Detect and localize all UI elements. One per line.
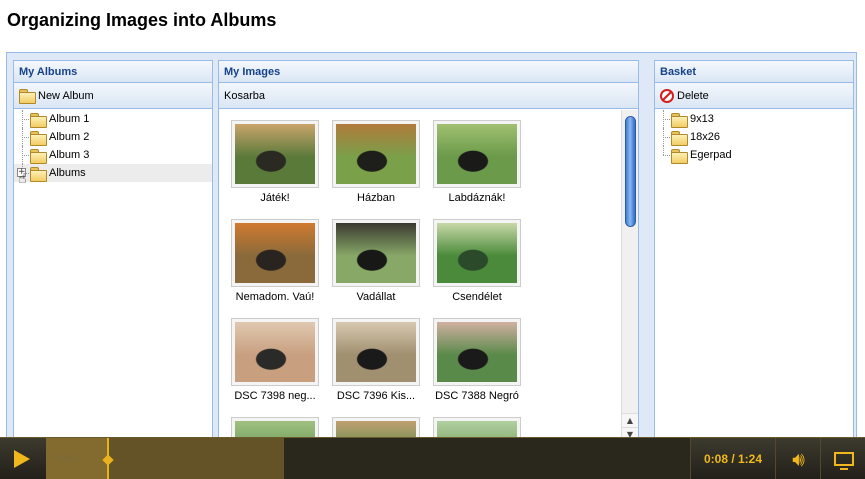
progress-hint: Vissz — [54, 453, 78, 464]
volume-icon: 🔊︎ — [792, 447, 805, 471]
album-organizer: My Albums New Album Album 1 Album 2 Album … — [6, 52, 857, 442]
image-caption: Házban — [357, 192, 395, 204]
tree-item[interactable]: + ☝︎ Albums — [14, 164, 212, 186]
folder-icon — [30, 148, 47, 164]
delete-button[interactable]: Delete — [655, 83, 853, 109]
album-tree: Album 1 Album 2 Album 3 + ☝︎ Albums — [14, 109, 212, 186]
image-thumbnail[interactable]: Nemadom. Vaú! — [224, 219, 326, 303]
basket-tree: 9x13 18x26 Egerpad — [655, 109, 853, 164]
hand-cursor-icon: ☝︎ — [18, 171, 27, 187]
thumbnail-frame — [231, 318, 319, 386]
folder-icon — [671, 130, 688, 146]
my-albums-panel: My Albums New Album Album 1 Album 2 Album … — [13, 60, 213, 441]
image-caption: DSC 7388 Negró — [435, 390, 519, 402]
kosarba-label: Kosarba — [224, 89, 265, 102]
thumbnail-frame — [332, 120, 420, 188]
tree-item-label: 18x26 — [690, 131, 720, 143]
tree-item-label: Album 2 — [49, 131, 90, 143]
play-icon — [14, 450, 30, 468]
tree-item-label: Album 1 — [49, 113, 90, 125]
play-button[interactable] — [0, 438, 44, 479]
tree-item[interactable]: 18x26 — [655, 128, 853, 146]
thumbnail-frame — [433, 120, 521, 188]
kosarba-button[interactable]: Kosarba — [219, 83, 638, 109]
fullscreen-icon — [833, 452, 854, 470]
image-thumbnail[interactable]: DSC 7396 Kis... — [325, 318, 427, 402]
tree-connector — [22, 119, 29, 120]
new-album-label: New Album — [38, 89, 94, 102]
image-grid: Játék! Házban Labdáznák! Nemadom. Vaú! Vadál… — [219, 110, 621, 441]
tree-item-label: 9x13 — [690, 113, 714, 125]
image-thumbnail[interactable]: Házban — [325, 120, 427, 204]
tree-connector — [22, 155, 29, 156]
image-caption: DSC 7398 neg... — [234, 390, 316, 402]
page-title: Organizing Images into Albums — [7, 10, 277, 30]
progress-handle[interactable] — [107, 438, 110, 479]
photo — [336, 223, 416, 283]
basket-header: Basket — [655, 61, 853, 83]
volume-button[interactable]: 🔊︎ — [777, 438, 821, 479]
time-display: 0:08 / 1:24 — [690, 438, 776, 479]
tree-item-label: Egerpad — [690, 149, 732, 161]
tree-line — [663, 146, 664, 155]
tree-connector — [663, 119, 670, 120]
my-images-header: My Images — [219, 61, 638, 83]
tree-item[interactable]: Egerpad — [655, 146, 853, 164]
tree-item[interactable]: Album 1 — [14, 110, 212, 128]
delete-icon — [660, 88, 674, 103]
image-caption: Csendélet — [452, 291, 502, 303]
image-caption: Vadállat — [356, 291, 396, 303]
tree-item-label: Albums — [49, 167, 86, 179]
photo — [336, 124, 416, 184]
thumbnail-frame — [433, 318, 521, 386]
thumbnail-frame — [332, 318, 420, 386]
tree-connector — [22, 137, 29, 138]
tree-item[interactable]: Album 2 — [14, 128, 212, 146]
video-player-bar: Vissz 0:08 / 1:24 🔊︎ — [0, 437, 865, 479]
tree-connector — [663, 137, 670, 138]
thumbnail-frame — [433, 219, 521, 287]
image-thumbnail[interactable]: Vadállat — [325, 219, 427, 303]
thumbnail-frame — [231, 120, 319, 188]
tree-item[interactable]: 9x13 — [655, 110, 853, 128]
image-caption: DSC 7396 Kis... — [336, 390, 416, 402]
folder-icon — [19, 89, 36, 104]
folder-icon — [30, 166, 47, 182]
folder-icon — [30, 112, 47, 128]
photo — [235, 223, 315, 283]
thumbnail-frame — [231, 219, 319, 287]
my-albums-header: My Albums — [14, 61, 212, 83]
basket-panel: Basket Delete 9x13 18x26 Egerpad — [654, 60, 854, 441]
folder-icon — [671, 148, 688, 164]
image-caption: Nemadom. Vaú! — [235, 291, 315, 303]
folder-icon — [671, 112, 688, 128]
image-thumbnail[interactable]: Csendélet — [426, 219, 528, 303]
tree-item[interactable]: Album 3 — [14, 146, 212, 164]
fullscreen-button[interactable] — [822, 438, 865, 479]
image-caption: Labdáznák! — [448, 192, 506, 204]
scrollbar-thumb[interactable] — [625, 116, 636, 227]
photo — [336, 322, 416, 382]
photo — [437, 124, 517, 184]
image-thumbnail[interactable]: DSC 7398 neg... — [224, 318, 326, 402]
image-scrollbar[interactable]: ▲ ▼ — [621, 110, 638, 441]
my-images-panel: My Images Kosarba Játék! Házban Labdáznák!… — [218, 60, 639, 441]
scroll-up-arrow-icon[interactable]: ▲ — [622, 413, 638, 427]
thumbnail-frame — [332, 219, 420, 287]
tree-connector — [663, 155, 670, 156]
image-caption: Játék! — [260, 192, 290, 204]
tree-item-label: Album 3 — [49, 149, 90, 161]
image-thumbnail[interactable]: DSC 7388 Negró — [426, 318, 528, 402]
image-thumbnail[interactable]: Labdáznák! — [426, 120, 528, 204]
photo — [235, 124, 315, 184]
photo — [235, 322, 315, 382]
progress-bar[interactable]: Vissz — [46, 438, 690, 479]
new-album-button[interactable]: New Album — [14, 83, 212, 109]
photo — [437, 223, 517, 283]
folder-icon — [30, 130, 47, 146]
photo — [437, 322, 517, 382]
image-thumbnail[interactable]: Játék! — [224, 120, 326, 204]
delete-label: Delete — [677, 89, 709, 102]
